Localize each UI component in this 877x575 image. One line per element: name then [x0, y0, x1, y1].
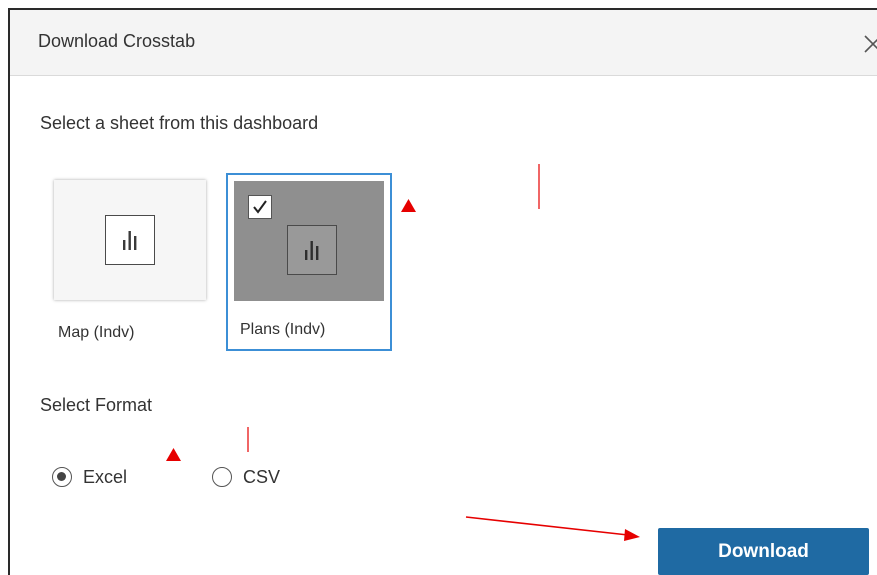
bar-chart-icon: [105, 215, 155, 265]
dialog-title: Download Crosstab: [38, 31, 196, 51]
page: Download Crosstab Select a sheet from th…: [0, 0, 877, 575]
download-crosstab-dialog: Download Crosstab Select a sheet from th…: [8, 8, 877, 575]
close-icon: [864, 35, 877, 53]
radio-label: Excel: [83, 466, 128, 487]
radio-csv[interactable]: CSV: [212, 462, 280, 492]
sheet-name: Plans (Indv): [240, 321, 326, 338]
download-button[interactable]: Download: [658, 528, 869, 575]
format-section-label: Select Format: [40, 395, 153, 415]
sheet-card-plans-indv[interactable]: Plans (Indv): [226, 173, 392, 351]
sheet-name: Map (Indv): [58, 324, 135, 341]
sheet-thumbnail: [234, 181, 384, 301]
checkbox-checked[interactable]: [248, 195, 272, 219]
close-button[interactable]: [861, 24, 877, 60]
sheet-card-map-indv[interactable]: Map (Indv): [54, 180, 214, 350]
sheet-thumbnail: [54, 180, 206, 300]
radio-label: CSV: [243, 466, 281, 487]
bar-chart-icon: [287, 225, 337, 275]
sheet-section-label: Select a sheet from this dashboard: [40, 113, 319, 133]
radio-excel[interactable]: Excel: [52, 462, 127, 492]
checkmark-icon: [253, 200, 267, 214]
dialog-header: Download Crosstab: [10, 10, 877, 76]
radio-button-unselected[interactable]: [212, 467, 232, 487]
radio-button-selected[interactable]: [52, 467, 72, 487]
